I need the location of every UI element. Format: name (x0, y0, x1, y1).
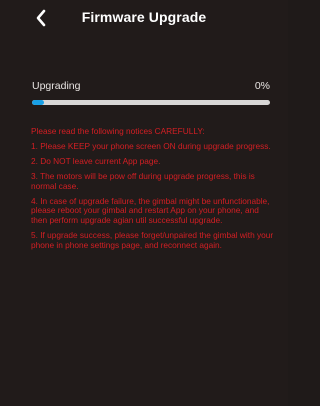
notice-item: 1. Please KEEP your phone screen ON duri… (31, 140, 271, 151)
notice-item: 4. In case of upgrade failure, the gimba… (31, 195, 270, 226)
progress-row: Upgrading 0% (32, 80, 270, 92)
notices-block: Please read the following notices CAREFU… (31, 126, 277, 256)
progress-percent: 0% (254, 80, 270, 92)
notice-item: 5. If upgrade success, please forget/unp… (31, 230, 274, 251)
header-bar: Firmware Upgrade (0, 0, 288, 36)
notices-heading: Please read the following notices CAREFU… (31, 126, 205, 136)
firmware-upgrade-screen: Firmware Upgrade Upgrading 0% Please rea… (0, 0, 288, 406)
progress-bar (32, 100, 270, 105)
notice-item: 2. Do NOT leave current App page. (31, 155, 161, 166)
notice-item: 3. The motors will be pow off during upg… (31, 170, 255, 191)
upgrade-progress: Upgrading 0% (32, 80, 270, 105)
progress-bar-fill (32, 100, 44, 105)
progress-label: Upgrading (32, 80, 81, 92)
page-title: Firmware Upgrade (81, 9, 207, 25)
